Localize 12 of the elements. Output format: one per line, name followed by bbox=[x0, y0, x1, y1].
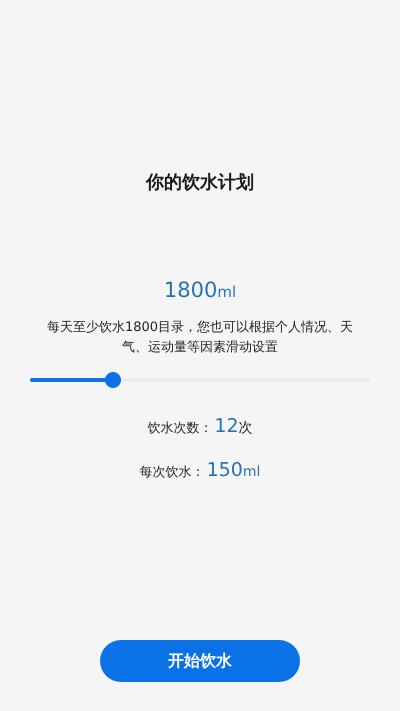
slider[interactable] bbox=[30, 372, 370, 388]
slider-thumb[interactable] bbox=[104, 372, 121, 388]
page-title: 你的饮水计划 bbox=[146, 171, 254, 195]
start-button[interactable]: 开始饮水 bbox=[100, 640, 300, 682]
description: 每天至少饮水1800目录，您也可以根据个人情况、天气、运动量等因素滑动设置 bbox=[46, 319, 354, 357]
daily-amount: 1800ml bbox=[164, 277, 236, 304]
stat-unit: 次 bbox=[238, 419, 253, 438]
stat-unit: ml bbox=[242, 463, 260, 482]
stat-label: 每次饮水： bbox=[140, 464, 205, 482]
stat-label: 饮水次数： bbox=[147, 420, 212, 438]
stat-value: 150 bbox=[206, 458, 243, 483]
stat-value: 12 bbox=[214, 414, 239, 439]
